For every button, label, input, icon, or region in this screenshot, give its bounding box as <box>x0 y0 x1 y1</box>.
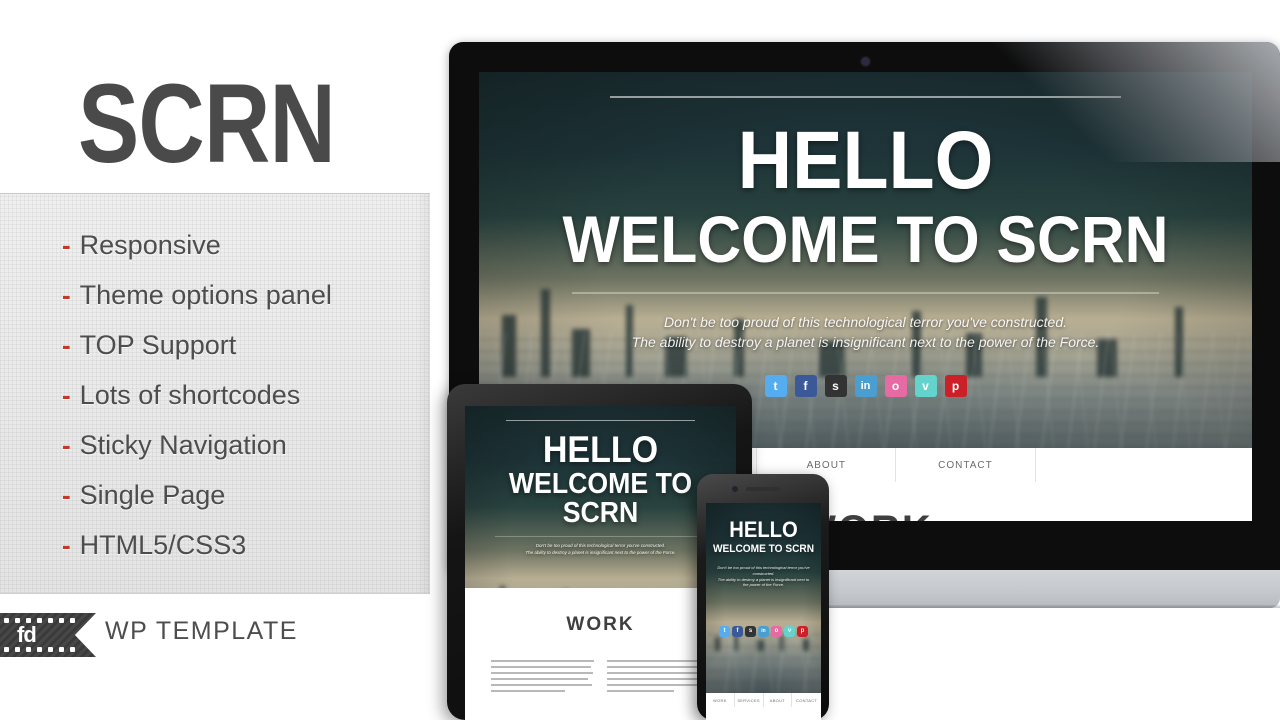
social-icon-linkedin[interactable]: in <box>758 626 769 638</box>
hero-heading-line1: HELLO <box>542 429 659 470</box>
hero-tagline-line2: The ability to destroy a planet is insig… <box>525 549 676 555</box>
feature-label: Sticky Navigation <box>79 430 287 460</box>
nav-item-services[interactable]: SERVICES <box>735 693 764 707</box>
social-links: t f s in o v p <box>706 626 821 638</box>
wp-template-label: WP TEMPLATE <box>105 617 298 645</box>
hero-tagline-line2: The ability to destroy a planet is insig… <box>717 576 810 588</box>
feature-label: TOP Support <box>79 330 237 360</box>
hero-heading-line1: HELLO <box>737 115 994 206</box>
social-icon-flickr[interactable]: o <box>771 626 782 638</box>
social-icon-vimeo[interactable]: v <box>914 374 937 397</box>
list-item: - Theme options panel <box>62 270 332 320</box>
bullet-dash-icon: - <box>62 380 71 410</box>
social-icon-facebook[interactable]: f <box>794 374 817 397</box>
bullet-dash-icon: - <box>62 530 71 560</box>
hero-heading-line2: WELCOME TO SCRN <box>562 202 1169 276</box>
hero-bottom-rule <box>494 536 707 537</box>
list-item: - Lots of shortcodes <box>62 370 332 420</box>
phone-screen: HELLO WELCOME TO SCRN Don't be too proud… <box>706 503 821 720</box>
nav-item-contact[interactable]: CONTACT <box>792 693 821 707</box>
social-icon-dribbble[interactable]: s <box>745 626 756 638</box>
nav-item-about[interactable]: ABOUT <box>764 693 793 707</box>
filmstrip-perforations-bottom <box>4 647 76 652</box>
bullet-dash-icon: - <box>62 230 71 260</box>
list-item: - HTML5/CSS3 <box>62 520 332 570</box>
hero-tagline-line1: Don't be too proud of this technological… <box>717 565 810 576</box>
site-navbar: WORK SERVICES ABOUT CONTACT <box>706 693 821 707</box>
work-section-title: WORK <box>566 614 635 635</box>
social-icon-twitter[interactable]: t <box>764 374 787 397</box>
tablet-screen: HELLO WELCOME TO SCRN Don't be too proud… <box>465 406 736 720</box>
social-icon-vimeo[interactable]: v <box>784 626 795 638</box>
social-icon-pinterest[interactable]: p <box>797 626 808 638</box>
hero-block: HELLO WELCOME TO SCRN Don't be too proud… <box>479 96 1252 397</box>
bullet-dash-icon: - <box>62 480 71 510</box>
social-icon-twitter[interactable]: t <box>719 626 730 638</box>
work-columns <box>491 660 710 696</box>
work-section: WORK <box>465 588 736 720</box>
hero-tagline-line2: The ability to destroy a planet is insig… <box>631 334 1100 351</box>
list-item: - Sticky Navigation <box>62 420 332 470</box>
social-icon-pinterest[interactable]: p <box>944 374 967 397</box>
feature-list: - Responsive - Theme options panel - TOP… <box>62 220 332 570</box>
hero-block: HELLO WELCOME TO SCRN Don't be too proud… <box>465 420 736 611</box>
bullet-dash-icon: - <box>62 330 71 360</box>
list-item: - TOP Support <box>62 320 332 370</box>
social-icon-linkedin[interactable]: in <box>854 374 877 397</box>
work-section <box>706 707 821 720</box>
phone-mockup: HELLO WELCOME TO SCRN Don't be too proud… <box>697 474 829 720</box>
hero-top-rule <box>505 420 696 421</box>
nav-item-contact[interactable]: CONTACT <box>896 448 1036 482</box>
feature-label: Single Page <box>79 480 226 510</box>
hero-tagline-line1: Don't be too proud of this technological… <box>663 314 1068 330</box>
social-icon-dribbble[interactable]: s <box>824 374 847 397</box>
feature-panel: - Responsive - Theme options panel - TOP… <box>0 193 430 594</box>
list-item: - Single Page <box>62 470 332 520</box>
phone-camera-icon <box>732 486 738 492</box>
work-column-left <box>491 660 594 696</box>
social-icon-facebook[interactable]: f <box>732 626 743 638</box>
hero-top-rule <box>610 96 1121 98</box>
social-icon-flickr[interactable]: o <box>884 374 907 397</box>
feature-label: Theme options panel <box>79 280 332 310</box>
filmstrip-perforations-top <box>4 618 76 623</box>
bullet-dash-icon: - <box>62 430 71 460</box>
feature-label: HTML5/CSS3 <box>79 530 247 560</box>
promo-banner: SCRN - Responsive - Theme options panel … <box>0 0 1280 720</box>
hero-heading-line2: WELCOME TO SCRN <box>712 543 814 555</box>
bullet-dash-icon: - <box>62 280 71 310</box>
webcam-icon <box>861 58 869 65</box>
hero-heading-line2: WELCOME TO SCRN <box>508 468 693 529</box>
page-title: SCRN <box>78 61 336 186</box>
work-column-right <box>607 660 710 696</box>
nav-item-work[interactable]: WORK <box>706 693 735 707</box>
feature-label: Responsive <box>79 230 221 260</box>
hero-block: HELLO WELCOME TO SCRN Don't be too proud… <box>706 517 821 638</box>
hero-bottom-rule <box>571 292 1160 294</box>
fd-logo-text: fd <box>17 622 37 647</box>
feature-label: Lots of shortcodes <box>79 380 301 410</box>
list-item: - Responsive <box>62 220 332 270</box>
hero-heading-line1: HELLO <box>729 517 798 542</box>
phone-speaker-icon <box>746 487 780 491</box>
